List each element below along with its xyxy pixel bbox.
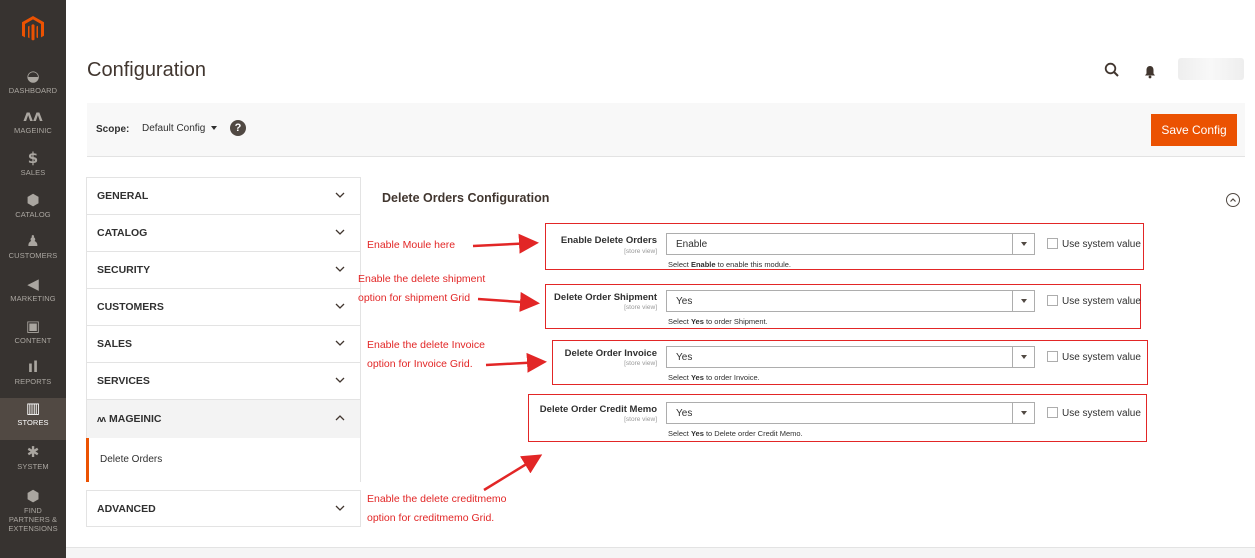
arrow-icon [477,291,540,312]
arrow-icon [483,454,543,492]
arrow-icon [472,233,539,254]
annotation-arrows [472,233,547,492]
page-footer-divider [66,547,1255,558]
arrow-icon [485,352,547,373]
